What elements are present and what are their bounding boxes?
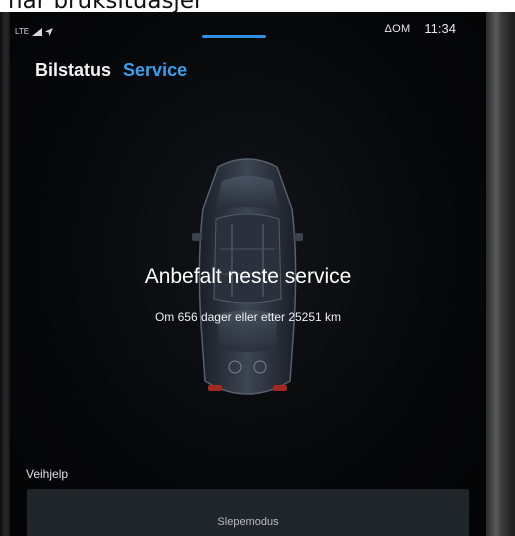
status-bar: LTE ΔOM 11:34 <box>10 12 486 46</box>
signal-icon <box>32 27 43 36</box>
display-bezel-right <box>486 12 515 536</box>
service-heading: Anbefalt neste service <box>144 265 352 288</box>
photo-of-car-display: nar bruksituasjer LTE ΔOM 11:34 Bilstatu… <box>0 0 515 536</box>
section-heading-veihjelp: Veihjelp <box>26 467 69 481</box>
status-left-group: LTE <box>15 27 54 36</box>
service-countdown-text: Om 656 dager eller etter 25251 km <box>154 310 342 324</box>
tab-bar: Bilstatus Service <box>35 60 187 81</box>
tab-bilstatus[interactable]: Bilstatus <box>35 60 111 81</box>
top-pulldown-handle[interactable] <box>202 35 266 38</box>
network-label: LTE <box>15 27 30 36</box>
location-arrow-icon <box>45 27 54 36</box>
status-right-group: ΔOM 11:34 <box>384 21 456 36</box>
tow-mode-button[interactable]: Slepemodus <box>27 489 469 536</box>
clock: 11:34 <box>424 21 456 36</box>
infotainment-screen: LTE ΔOM 11:34 Bilstatus Service Anbefalt… <box>10 12 486 536</box>
display-bezel-left <box>0 12 10 536</box>
tab-service[interactable]: Service <box>123 60 187 81</box>
audio-status-label: ΔOM <box>384 22 411 35</box>
